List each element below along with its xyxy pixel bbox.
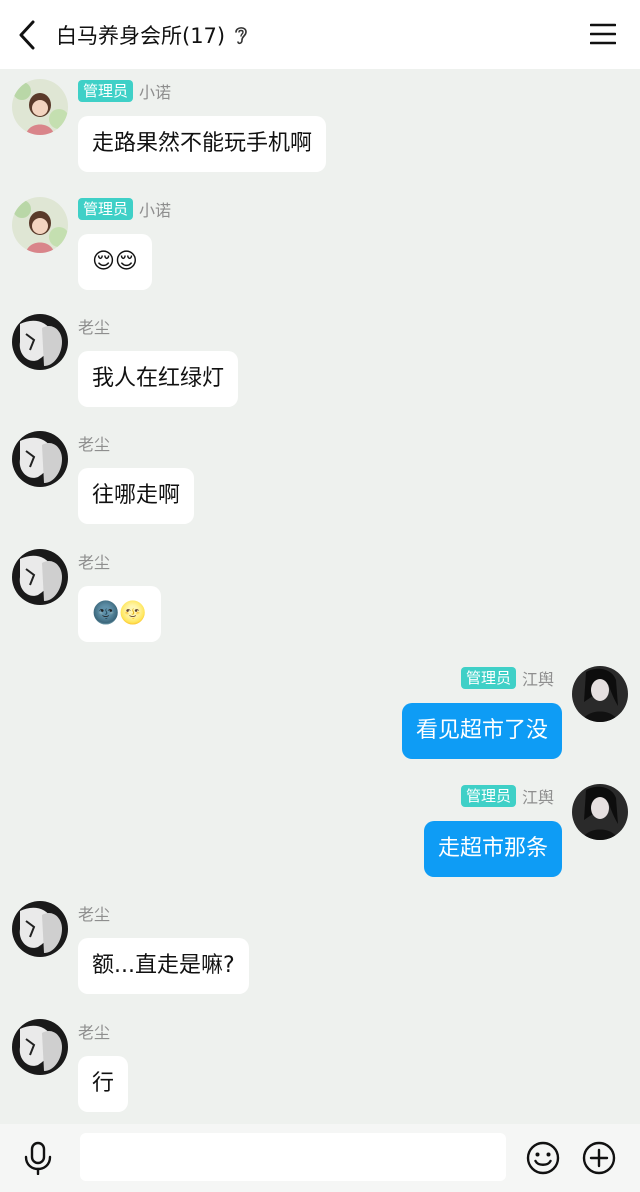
message-bubble[interactable]: 额...直走是嘛? bbox=[78, 938, 249, 994]
message-meta: 老尘 bbox=[78, 1020, 110, 1042]
message-bubble[interactable]: 走超市那条 bbox=[423, 821, 562, 877]
emoji-icon[interactable] bbox=[525, 1140, 561, 1176]
message-meta: 管理员 江舆 bbox=[460, 785, 554, 807]
message-bubble[interactable]: 我人在红绿灯 bbox=[78, 351, 239, 407]
sender-name: 江舆 bbox=[521, 788, 554, 807]
avatar-laochen[interactable] bbox=[12, 314, 68, 370]
message-meta: 管理员 小诺 bbox=[78, 80, 171, 102]
message-meta: 老尘 bbox=[78, 550, 110, 572]
avatar-laochen[interactable] bbox=[12, 549, 68, 605]
message-bubble[interactable]: 看见超市了没 bbox=[401, 703, 562, 759]
sender-name: 老尘 bbox=[78, 318, 111, 337]
message-bubble[interactable]: 😌😌 bbox=[78, 234, 152, 290]
message-bubble[interactable]: 走路果然不能玩手机啊 bbox=[78, 116, 327, 172]
sender-name: 老尘 bbox=[78, 1023, 111, 1042]
admin-badge: 管理员 bbox=[460, 785, 516, 807]
admin-badge: 管理员 bbox=[78, 80, 134, 102]
sender-name: 小诺 bbox=[139, 201, 172, 220]
sender-name: 老尘 bbox=[78, 905, 111, 924]
sender-name: 江舆 bbox=[521, 670, 554, 689]
sender-name: 老尘 bbox=[78, 553, 111, 572]
sender-name: 老尘 bbox=[78, 435, 111, 454]
avatar-xiaonuo[interactable] bbox=[12, 79, 68, 135]
chevron-left-icon bbox=[19, 20, 35, 50]
message-meta: 老尘 bbox=[78, 902, 110, 924]
avatar-xiaonuo[interactable] bbox=[12, 197, 68, 253]
avatar-laochen[interactable] bbox=[12, 1019, 68, 1075]
message-bubble[interactable]: 往哪走啊 bbox=[78, 468, 195, 524]
avatar-laochen[interactable] bbox=[12, 901, 68, 957]
admin-badge: 管理员 bbox=[460, 667, 516, 689]
plus-circle-icon[interactable] bbox=[581, 1140, 617, 1176]
menu-icon[interactable] bbox=[590, 21, 616, 47]
message-bubble[interactable]: 🌚🌝 bbox=[78, 586, 161, 642]
message-meta: 老尘 bbox=[78, 315, 110, 337]
chat-title-area[interactable]: 白马养身会所(17) bbox=[56, 20, 249, 50]
chat-title: 白马养身会所(17) bbox=[56, 24, 226, 48]
message-meta: 管理员 小诺 bbox=[78, 198, 171, 220]
admin-badge: 管理员 bbox=[78, 198, 134, 220]
input-bar bbox=[0, 1124, 640, 1192]
message-input[interactable] bbox=[80, 1133, 506, 1181]
microphone-icon[interactable] bbox=[22, 1141, 54, 1175]
avatar-laochen[interactable] bbox=[12, 431, 68, 487]
avatar-jiangyu[interactable] bbox=[572, 784, 628, 840]
avatar-jiangyu[interactable] bbox=[572, 666, 628, 722]
ear-icon bbox=[235, 27, 247, 45]
back-button[interactable] bbox=[12, 19, 42, 51]
sender-name: 小诺 bbox=[139, 83, 172, 102]
message-meta: 管理员 江舆 bbox=[460, 667, 554, 689]
chat-header: 白马养身会所(17) bbox=[0, 0, 640, 69]
message-bubble[interactable]: 行 bbox=[78, 1056, 129, 1112]
message-meta: 老尘 bbox=[78, 432, 110, 454]
